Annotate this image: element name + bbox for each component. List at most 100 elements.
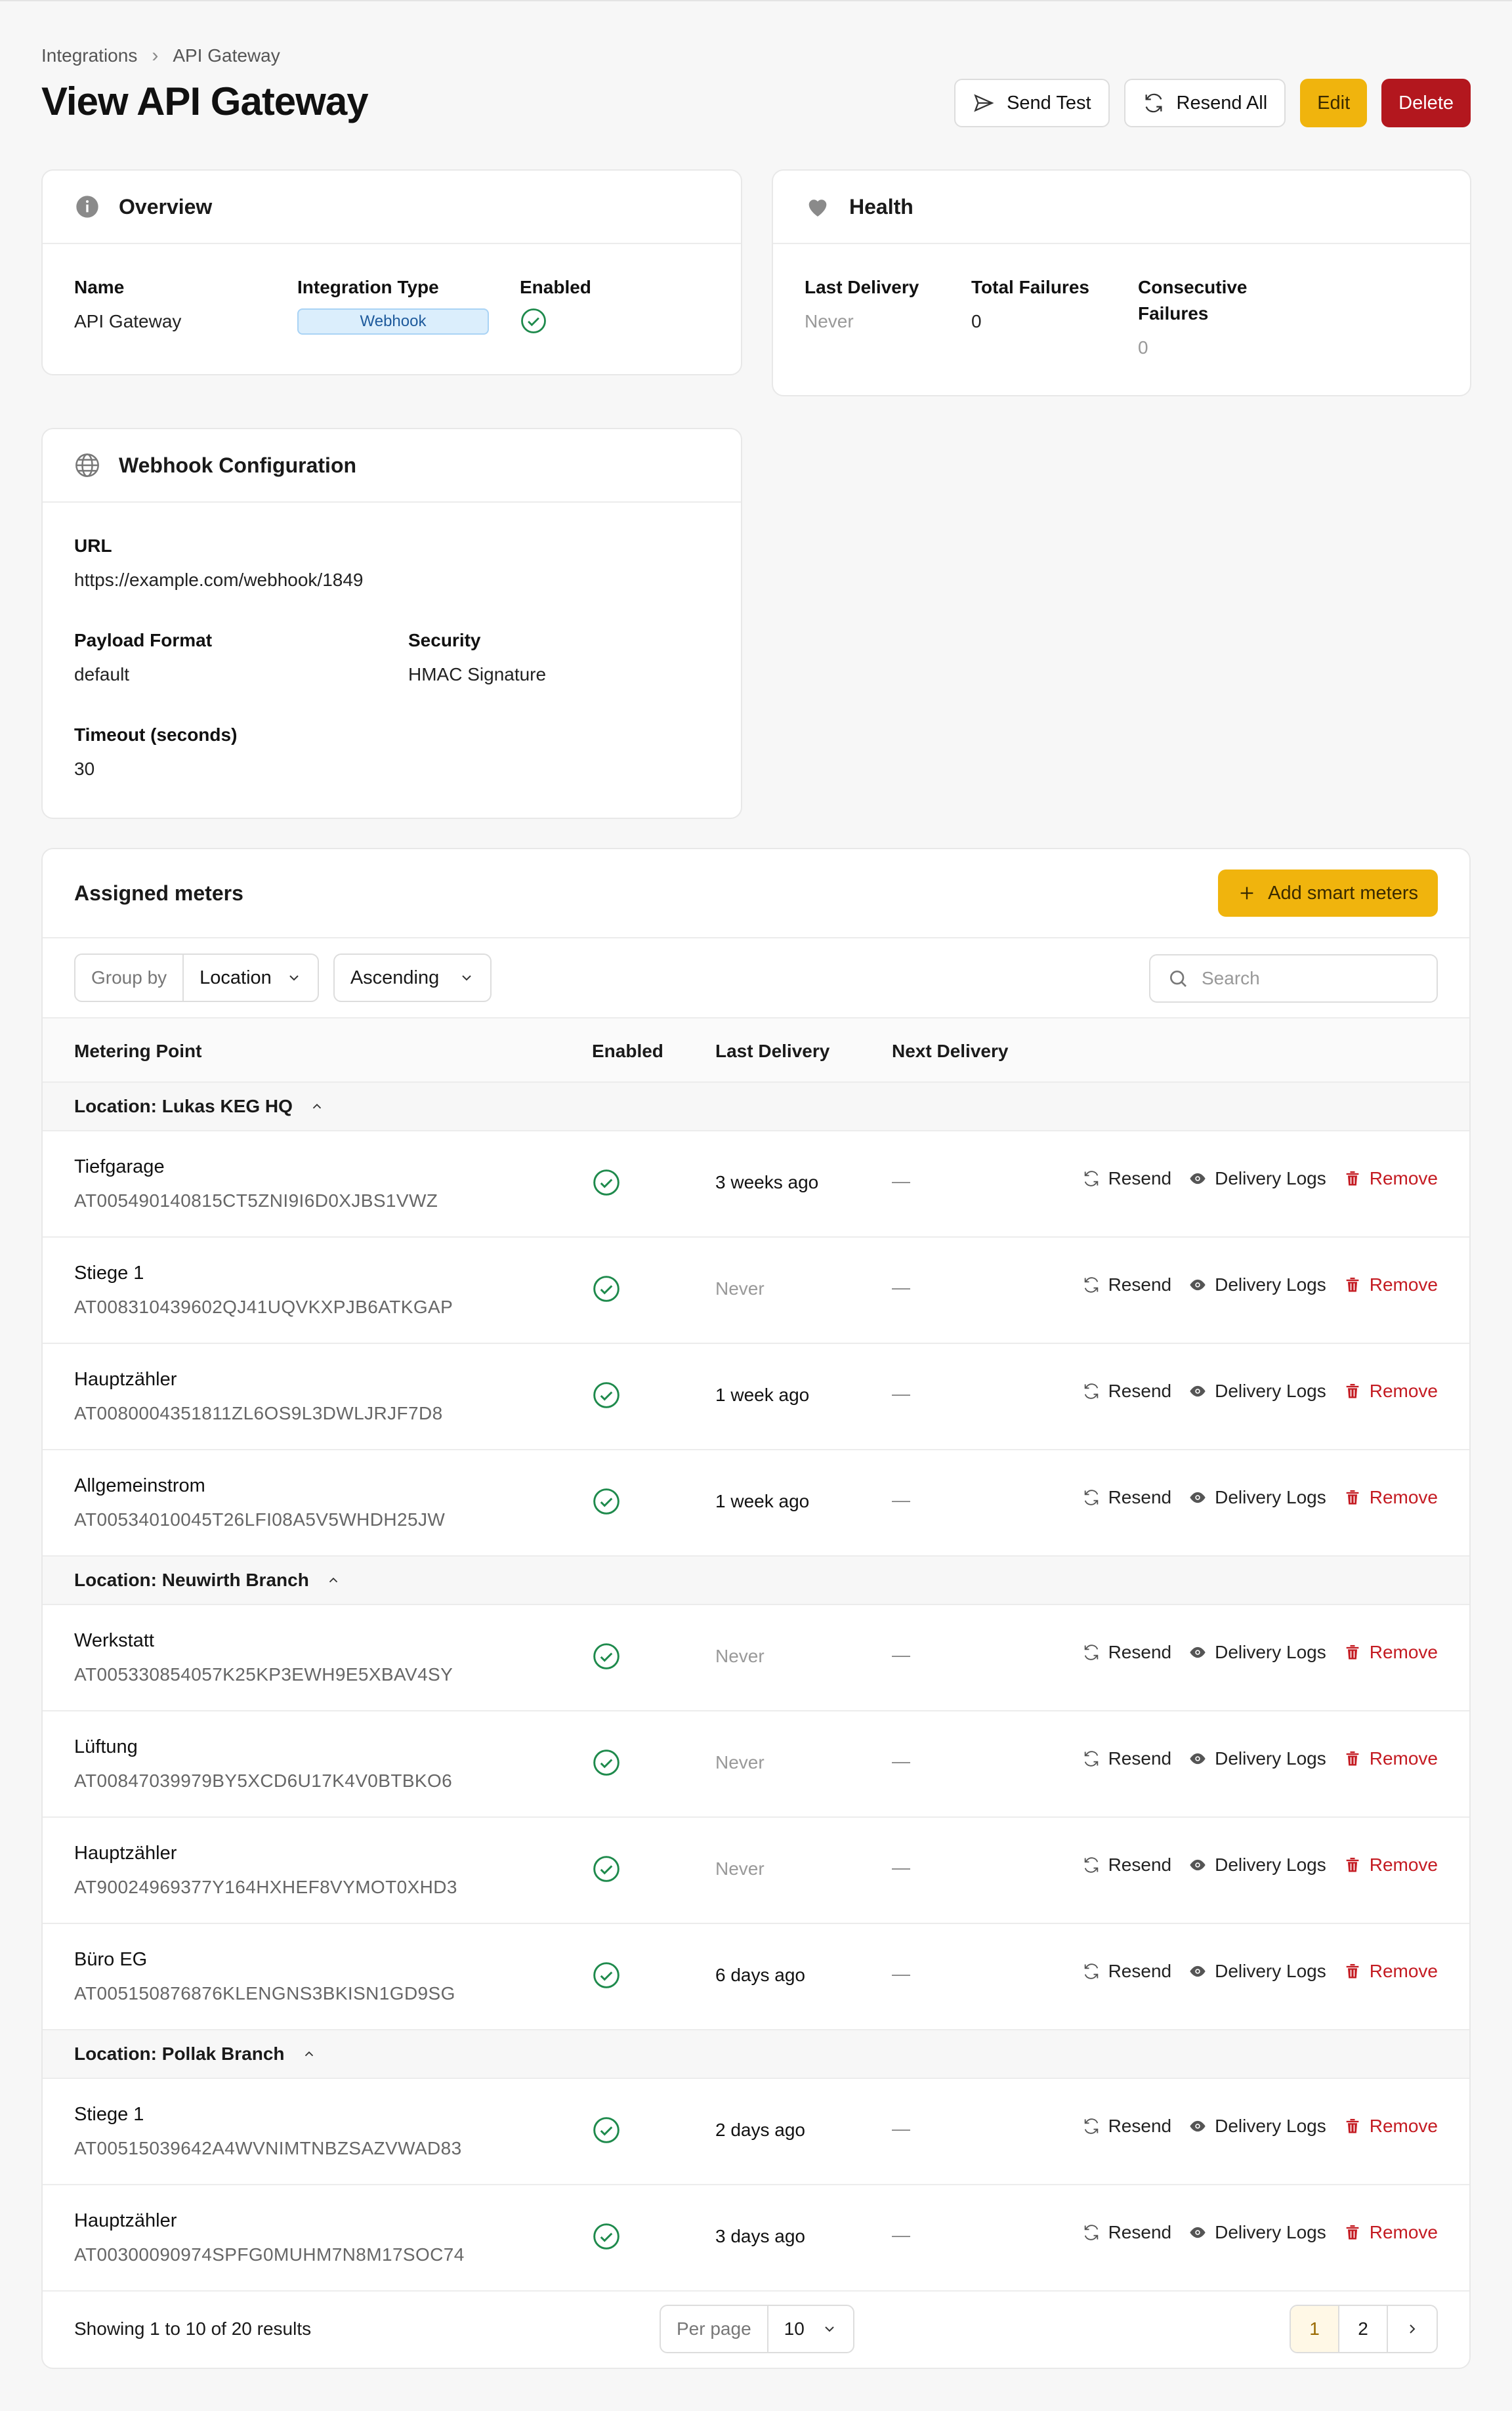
health-title: Health: [849, 194, 914, 219]
next-delivery: —: [892, 2118, 910, 2139]
remove-button[interactable]: Remove: [1343, 1961, 1438, 1982]
delete-button[interactable]: Delete: [1381, 79, 1471, 127]
search-input[interactable]: Search: [1149, 954, 1438, 1003]
check-circle-icon: [593, 1643, 620, 1669]
resend-button[interactable]: Resend: [1082, 1855, 1171, 1876]
chevron-up-icon[interactable]: [310, 1099, 324, 1114]
remove-button[interactable]: Remove: [1343, 2116, 1438, 2137]
health-last-delivery: Last Delivery Never: [805, 277, 919, 331]
table-row: Büro EG AT005150876876KLENGNS3BKISN1GD9S…: [43, 1924, 1469, 2030]
resend-button[interactable]: Resend: [1082, 1642, 1171, 1663]
resend-button[interactable]: Resend: [1082, 2116, 1171, 2137]
delivery-logs-button[interactable]: Delivery Logs: [1188, 1855, 1326, 1876]
meter-code: AT005330854057K25KP3EWH9E5XBAV4SY: [74, 1664, 453, 1685]
page-button-2[interactable]: 2: [1339, 2306, 1388, 2352]
overview-card: Overview Name API Gateway Integration Ty…: [41, 169, 742, 375]
type-badge: Webhook: [297, 308, 489, 335]
check-circle-icon: [593, 1169, 620, 1196]
chevron-up-icon[interactable]: [302, 2047, 316, 2061]
refresh-icon: [1084, 1751, 1098, 1767]
group-label: Location: Lukas KEG HQ: [74, 1096, 293, 1116]
overview-title: Overview: [119, 194, 213, 219]
table-row: Tiefgarage AT005490140815CT5ZNI9I6D0XJBS…: [43, 1131, 1469, 1238]
group-by-control: Group by Location: [74, 954, 319, 1002]
row-actions: Resend Delivery Logs Remove: [1082, 2222, 1438, 2243]
meter-name: Tiefgarage: [74, 1156, 165, 1177]
remove-button[interactable]: Remove: [1343, 1855, 1438, 1876]
resend-button[interactable]: Resend: [1082, 2222, 1171, 2243]
trash-icon: [1346, 1645, 1359, 1660]
page-button-1[interactable]: 1: [1291, 2306, 1339, 2352]
table-row: Hauptzähler AT00300090974SPFG0MUHM7N8M17…: [43, 2185, 1469, 2292]
remove-button[interactable]: Remove: [1343, 1168, 1438, 1189]
delivery-logs-button[interactable]: Delivery Logs: [1188, 2116, 1326, 2137]
chevron-up-icon[interactable]: [326, 1573, 341, 1587]
last-delivery: 1 week ago: [715, 1491, 810, 1511]
check-circle-icon: [593, 1488, 620, 1515]
webhook-url: URL https://example.com/webhook/1849: [74, 535, 364, 590]
meter-code: AT00534010045T26LFI08A5V5WHDH25JW: [74, 1509, 446, 1530]
remove-button[interactable]: Remove: [1343, 2222, 1438, 2243]
webhook-card: Webhook Configuration URL https://exampl…: [41, 428, 742, 819]
last-delivery: 3 weeks ago: [715, 1172, 819, 1192]
resend-button[interactable]: Resend: [1082, 1381, 1171, 1402]
resend-button[interactable]: Resend: [1082, 1487, 1171, 1508]
remove-button[interactable]: Remove: [1343, 1274, 1438, 1295]
meter-code: AT008310439602QJ41UQVKXPJB6ATKGAP: [74, 1297, 453, 1317]
check-circle-icon: [593, 1856, 620, 1882]
plus-icon: [1240, 887, 1253, 900]
refresh-icon: [1084, 2225, 1098, 2240]
trash-icon: [1346, 1490, 1359, 1505]
delivery-logs-button[interactable]: Delivery Logs: [1188, 2222, 1326, 2243]
delivery-logs-button[interactable]: Delivery Logs: [1188, 1274, 1326, 1295]
last-delivery: 6 days ago: [715, 1965, 805, 1985]
delivery-logs-button[interactable]: Delivery Logs: [1188, 1961, 1326, 1982]
check-circle-icon: [593, 2223, 620, 2250]
delivery-logs-button[interactable]: Delivery Logs: [1188, 1381, 1326, 1402]
resend-button[interactable]: Resend: [1082, 1274, 1171, 1295]
health-header: Health: [773, 171, 1470, 244]
next-delivery: —: [892, 1490, 910, 1510]
per-page-select[interactable]: 10: [768, 2306, 853, 2352]
resend-button[interactable]: Resend: [1082, 1961, 1171, 1982]
remove-button[interactable]: Remove: [1343, 1381, 1438, 1402]
breadcrumb-parent[interactable]: Integrations: [41, 45, 137, 66]
group-by-select[interactable]: Location: [184, 955, 318, 1001]
next-delivery: —: [892, 1277, 910, 1297]
last-delivery: 2 days ago: [715, 2120, 805, 2140]
table-row: Allgemeinstrom AT00534010045T26LFI08A5V5…: [43, 1450, 1469, 1557]
delivery-logs-button[interactable]: Delivery Logs: [1188, 1168, 1326, 1189]
last-delivery: Never: [715, 1752, 765, 1772]
trash-icon: [1346, 2118, 1359, 2133]
trash-icon: [1346, 1277, 1359, 1292]
delivery-logs-button[interactable]: Delivery Logs: [1188, 1642, 1326, 1663]
edit-button[interactable]: Edit: [1300, 79, 1368, 127]
next-page-button[interactable]: [1388, 2306, 1437, 2352]
remove-button[interactable]: Remove: [1343, 1642, 1438, 1663]
eye-icon: [1190, 1859, 1206, 1871]
send-test-button[interactable]: Send Test: [954, 79, 1110, 127]
sort-order-select[interactable]: Ascending: [333, 954, 492, 1002]
breadcrumb-current: API Gateway: [173, 45, 280, 66]
webhook-security: Security HMAC Signature: [408, 630, 547, 684]
meter-code: AT00300090974SPFG0MUHM7N8M17SOC74: [74, 2244, 465, 2265]
resend-all-button[interactable]: Resend All: [1124, 79, 1286, 127]
heart-icon: [808, 199, 827, 217]
meter-code: AT00515039642A4WVNIMTNBZSAZVWAD83: [74, 2138, 462, 2158]
delivery-logs-button[interactable]: Delivery Logs: [1188, 1487, 1326, 1508]
page-actions: Send Test Resend All Edit Delete: [954, 79, 1471, 127]
remove-button[interactable]: Remove: [1343, 1487, 1438, 1508]
refresh-icon: [1084, 1171, 1098, 1186]
add-smart-meters-button[interactable]: Add smart meters: [1218, 870, 1438, 917]
resend-button[interactable]: Resend: [1082, 1168, 1171, 1189]
resend-button[interactable]: Resend: [1082, 1748, 1171, 1769]
trash-icon: [1346, 1751, 1359, 1766]
trash-icon: [1346, 1857, 1359, 1872]
meter-code: AT005490140815CT5ZNI9I6D0XJBS1VWZ: [74, 1190, 438, 1211]
check-circle-icon: [593, 1750, 620, 1776]
refresh-icon: [1084, 1383, 1098, 1399]
remove-button[interactable]: Remove: [1343, 1748, 1438, 1769]
breadcrumb: Integrations › API Gateway: [41, 45, 280, 67]
meter-name: Werkstatt: [74, 1630, 154, 1651]
delivery-logs-button[interactable]: Delivery Logs: [1188, 1748, 1326, 1769]
